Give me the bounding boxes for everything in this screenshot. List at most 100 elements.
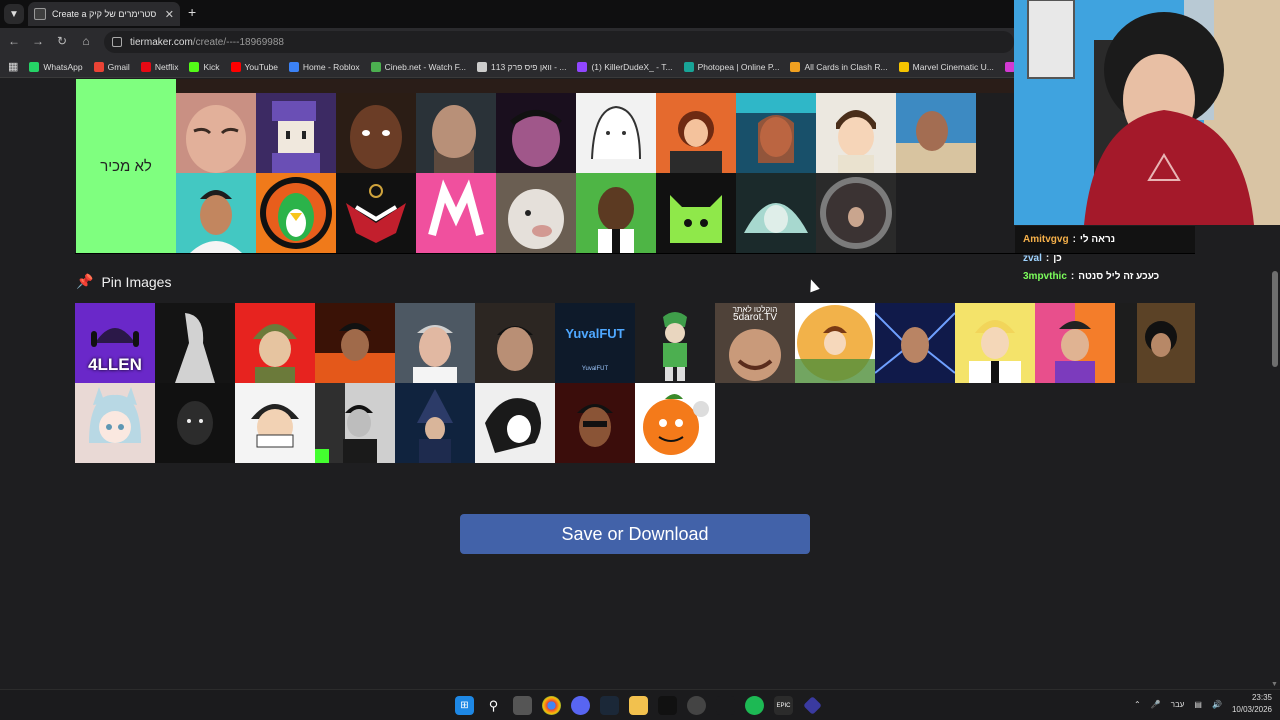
file-explorer-icon[interactable] [629,696,648,715]
bookmark-item[interactable]: Marvel Cinematic U... [898,61,994,72]
tier-label[interactable]: לא מכיר [76,79,176,253]
chevron-up-icon[interactable]: ⌃ [1134,700,1141,709]
reload-icon[interactable]: ↻ [54,34,70,48]
pool-tile[interactable] [75,383,155,463]
app-icon[interactable] [716,696,735,715]
bookmark-item[interactable]: Gmail [93,61,130,72]
pool-tile[interactable] [955,303,1035,383]
steam-icon[interactable] [600,696,619,715]
chat-text: כן [1053,253,1062,264]
bookmark-label: Photopea | Online P... [697,61,780,72]
back-icon[interactable]: ← [6,34,22,48]
tier-tile[interactable] [576,93,656,173]
pool-tile[interactable] [395,303,475,383]
bookmark-item[interactable]: (1) KillerDudeX_ - T... [577,61,673,72]
epic-games-icon[interactable]: EPIC [774,696,793,715]
new-tab-button[interactable]: + [188,4,196,20]
tier-tile[interactable] [336,93,416,173]
pool-tile[interactable] [875,303,955,383]
volume-icon[interactable]: 🔊 [1212,700,1222,709]
capcut-icon[interactable] [658,696,677,715]
image-pool: 4LLEN YuvalFUT YuvalFUT הוקלטו לאתר 5dar… [75,303,1195,464]
tab-search-button[interactable]: ▼ [4,4,24,24]
save-or-download-button[interactable]: Save or Download [460,514,810,554]
tier-tile[interactable] [656,93,736,173]
bookmark-item[interactable]: וואן פיס פרק 113 - ... [477,61,567,72]
pool-tile[interactable] [315,303,395,383]
tier-tile[interactable] [496,93,576,173]
tier-tile[interactable] [896,93,976,173]
clock[interactable]: 23:35 10/03/2026 [1232,692,1272,716]
bookmark-item[interactable]: Netflix [140,61,178,72]
tier-tile[interactable] [336,173,416,253]
forward-icon[interactable]: → [30,34,46,48]
bookmark-label: וואן פיס פרק 113 - ... [491,61,567,72]
bookmark-item[interactable]: Photopea | Online P... [683,61,780,72]
tier-tile[interactable] [176,93,256,173]
bookmark-label: Marvel Cinematic U... [912,61,994,72]
tier-tile[interactable] [736,173,816,253]
task-view-icon[interactable] [513,696,532,715]
pool-tile[interactable] [1035,303,1115,383]
pool-tile[interactable] [635,303,715,383]
bookmark-favicon-icon [189,61,200,72]
tier-tile[interactable] [496,173,576,253]
bookmark-favicon-icon [898,61,909,72]
tier-tile[interactable] [736,93,816,173]
obs-icon[interactable] [687,696,706,715]
scroll-down-arrow-icon[interactable]: ▼ [1271,681,1278,688]
app-launcher-icon[interactable] [803,696,822,715]
pool-tile-5darot[interactable]: הוקלטו לאתר 5darot.TV [715,303,795,383]
tier-tile[interactable] [816,173,896,253]
site-info-icon[interactable] [112,37,122,47]
bookmark-favicon-icon [370,61,381,72]
pool-tile[interactable] [155,303,235,383]
tier-tile[interactable] [416,93,496,173]
url-text[interactable]: tiermaker.com/create/----18969988 [130,37,284,48]
pool-tile[interactable] [475,383,555,463]
pool-tile[interactable] [475,303,555,383]
windows-start-icon[interactable]: ⊞ [455,696,474,715]
bookmark-label: Home - Roblox [302,61,360,72]
tier-tile[interactable] [256,93,336,173]
language-indicator[interactable]: עבר [1171,700,1185,709]
bookmark-item[interactable]: YouTube [230,61,278,72]
bookmark-label: WhatsApp [43,61,83,72]
home-icon[interactable]: ⌂ [78,34,94,48]
tier-tile[interactable] [416,173,496,253]
tier-tile[interactable] [256,173,336,253]
pool-tile-4llen[interactable]: 4LLEN [75,303,155,383]
tier-tile[interactable] [656,173,736,253]
active-tab[interactable]: Create a ‏דירוג סטרימרים של קיק‏ ... ✕ [28,2,180,26]
pool-tile[interactable] [155,383,235,463]
spotify-icon[interactable] [745,696,764,715]
tier-tile[interactable] [816,93,896,173]
pushpin-icon: 📌 [76,273,94,289]
tab-close-icon[interactable]: ✕ [165,8,174,21]
chrome-icon[interactable] [542,696,561,715]
network-icon[interactable]: ▤ [1194,700,1202,709]
pool-tile[interactable] [235,303,315,383]
tier-tile[interactable] [576,173,656,253]
bookmark-item[interactable]: Home - Roblox [288,61,360,72]
pool-tile[interactable] [635,383,715,463]
chat-separator: : [1070,271,1075,282]
bookmark-item[interactable]: All Cards in Clash R... [790,61,888,72]
pool-tile[interactable] [1115,303,1195,383]
address-bar[interactable]: tiermaker.com/create/----18969988 [104,31,1014,53]
bookmark-item[interactable]: Kick [189,61,220,72]
bookmark-item[interactable]: Cineb.net - Watch F... [370,61,466,72]
scrollbar-thumb[interactable] [1272,271,1278,367]
pool-tile[interactable] [315,383,395,463]
discord-icon[interactable] [571,696,590,715]
apps-grid-icon[interactable]: ▦ [8,60,18,73]
microphone-icon[interactable]: 🎤 [1151,700,1161,709]
search-icon[interactable]: ⚲ [484,696,503,715]
pool-tile[interactable] [795,303,875,383]
bookmark-item[interactable]: WhatsApp [29,61,83,72]
pool-tile-yuvalfut[interactable]: YuvalFUT YuvalFUT [555,303,635,383]
pool-tile[interactable] [235,383,315,463]
tier-tile[interactable] [176,173,256,253]
pool-tile[interactable] [395,383,475,463]
pool-tile[interactable] [555,383,635,463]
